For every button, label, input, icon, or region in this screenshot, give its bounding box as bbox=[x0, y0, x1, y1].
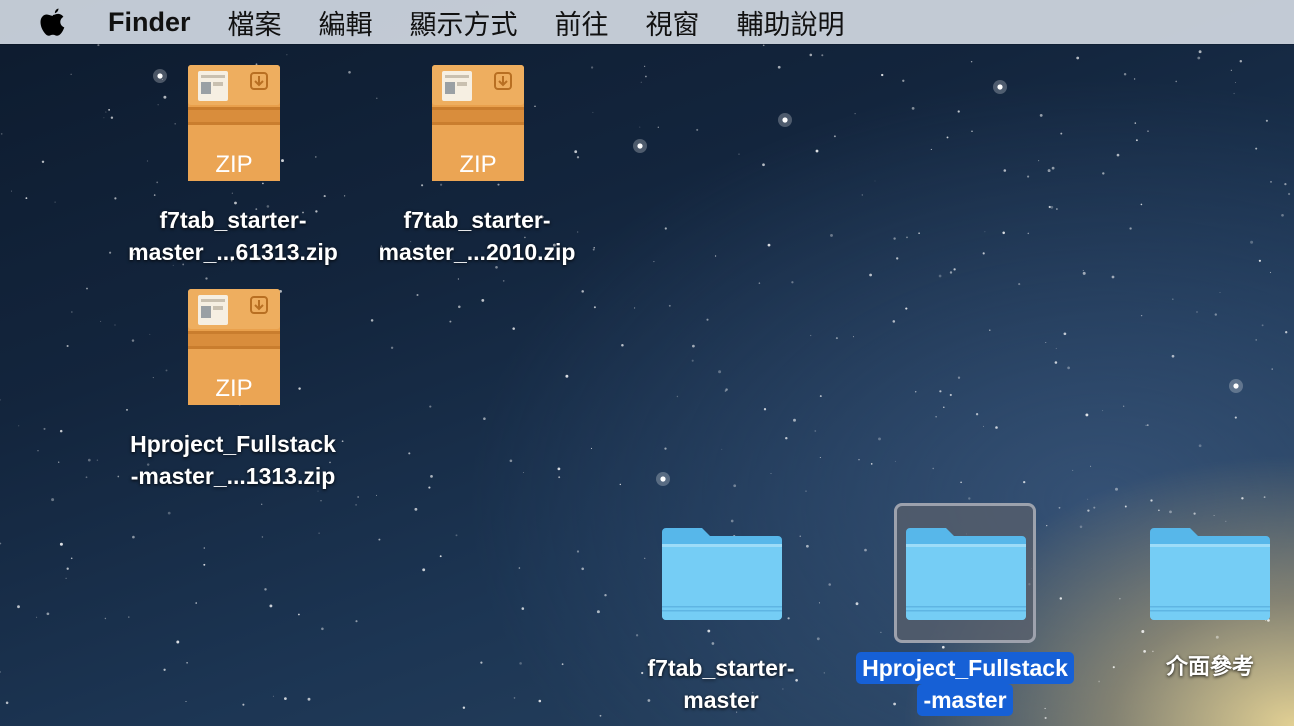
file-name-label: Hproject_Fullstack -master_...1313.zip bbox=[130, 431, 336, 489]
apple-logo-icon bbox=[40, 8, 65, 36]
menu-bar: Finder 檔案 編輯 顯示方式 前往 視窗 輔助說明 bbox=[0, 0, 1294, 44]
file-name-label: f7tab_starter- master_...2010.zip bbox=[378, 207, 576, 265]
zip-archive-icon: ZIP bbox=[188, 65, 280, 181]
folder-icon bbox=[662, 528, 782, 620]
folder-name-label-selected: Hproject_Fullstack -master bbox=[824, 652, 1106, 716]
menu-file[interactable]: 檔案 bbox=[228, 3, 282, 42]
menu-view[interactable]: 顯示方式 bbox=[410, 3, 518, 42]
menu-go[interactable]: 前往 bbox=[555, 3, 609, 42]
zip-badge-text: ZIP bbox=[215, 375, 252, 402]
apple-menu[interactable] bbox=[38, 0, 78, 44]
file-name-label: f7tab_starter- master_...61313.zip bbox=[128, 207, 338, 265]
folder-name-label: f7tab_starter- master bbox=[647, 655, 795, 713]
folder-name-label: 介面參考 bbox=[1165, 655, 1254, 680]
zip-archive-icon: ZIP bbox=[188, 289, 280, 405]
menu-help[interactable]: 輔助說明 bbox=[737, 3, 845, 42]
folder-icon bbox=[1150, 528, 1270, 620]
zip-badge-text: ZIP bbox=[215, 151, 252, 178]
zip-archive-icon: ZIP bbox=[432, 65, 524, 181]
menu-app-finder[interactable]: Finder bbox=[108, 7, 191, 38]
zip-badge-text: ZIP bbox=[459, 151, 496, 178]
menu-edit[interactable]: 編輯 bbox=[319, 3, 373, 42]
folder-icon bbox=[906, 528, 1026, 620]
menu-window[interactable]: 視窗 bbox=[646, 3, 700, 42]
